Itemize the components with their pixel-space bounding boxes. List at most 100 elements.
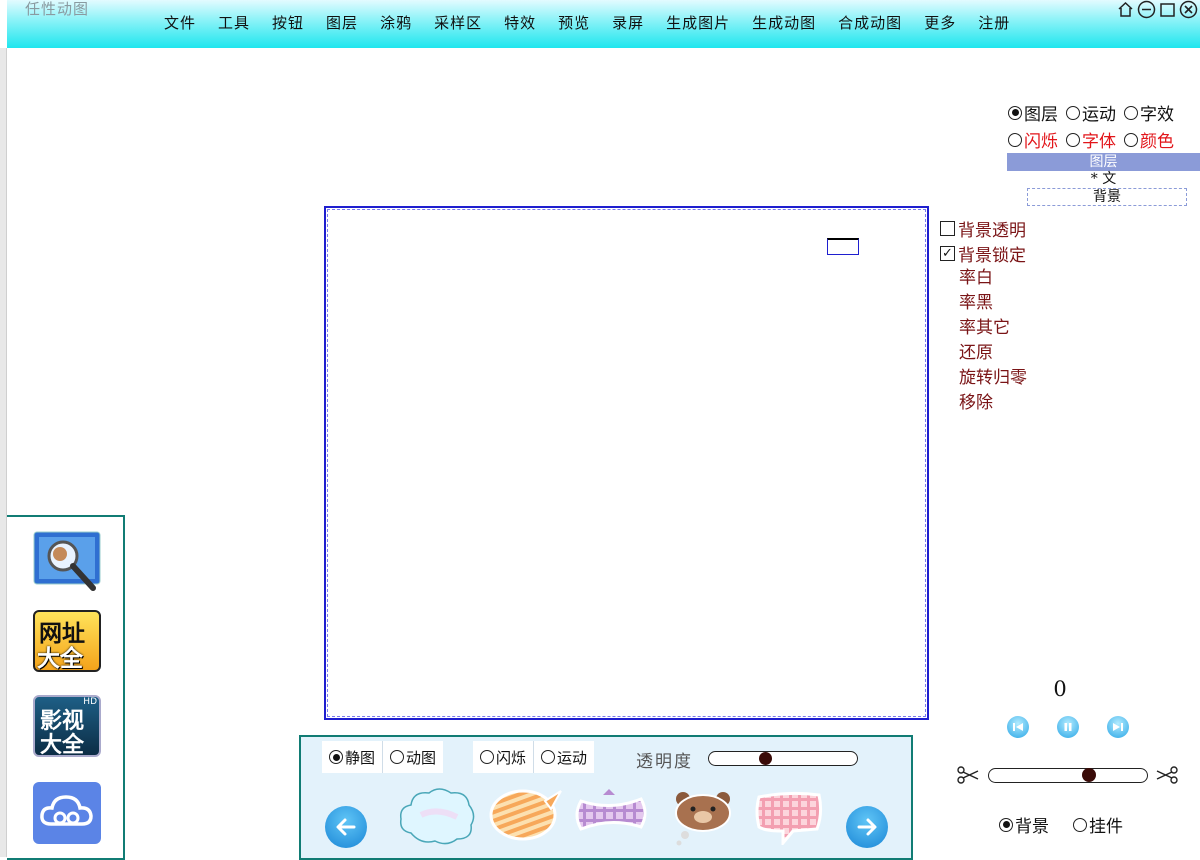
video-label-bottom: 大全: [40, 733, 85, 758]
playback-controls: [1007, 716, 1129, 738]
menu-item-generate-image[interactable]: 生成图片: [666, 12, 730, 33]
checkbox-box: [940, 221, 955, 236]
menu-item-file[interactable]: 文件: [164, 12, 196, 33]
radio-dot: [1124, 105, 1138, 120]
radio-label: 挂件: [1089, 817, 1123, 837]
editing-canvas[interactable]: [324, 206, 929, 720]
radio-blink[interactable]: 闪烁: [1008, 127, 1058, 152]
cut-slider: [957, 764, 1178, 788]
radio-static-image[interactable]: 静图: [322, 741, 382, 773]
home-icon[interactable]: [1116, 0, 1135, 19]
menu-item-preview[interactable]: 预览: [558, 12, 590, 33]
orange-striped-bubble[interactable]: [487, 787, 565, 847]
radio-font[interactable]: 字体: [1066, 127, 1116, 152]
hd-badge: HD: [83, 697, 97, 707]
radio-dot: [999, 817, 1013, 832]
cut-slider-track[interactable]: [988, 768, 1148, 783]
web-directory-label-bottom: 大全: [37, 646, 83, 672]
previous-arrow-icon[interactable]: [325, 806, 367, 848]
layer-list-item-background[interactable]: 背景: [1027, 188, 1187, 206]
radio-dot: [390, 750, 405, 764]
canvas-text-layer-box[interactable]: [827, 238, 859, 255]
menu-item-generate-gif[interactable]: 生成动图: [752, 12, 816, 33]
cloud-app-icon[interactable]: [33, 782, 101, 844]
layer-mode-options: 图层 运动 字效 闪烁 字体 颜色: [1008, 99, 1200, 153]
radio-dot: [541, 750, 556, 764]
cut-slider-thumb[interactable]: [1082, 768, 1096, 782]
opacity-slider-track[interactable]: [708, 751, 858, 766]
radio-label: 运动: [1082, 105, 1116, 125]
radio-background[interactable]: 背景: [999, 812, 1049, 837]
radio-label: 背景: [1015, 817, 1049, 837]
opacity-label: 透明度: [636, 752, 693, 772]
radio-label: 闪烁: [496, 748, 527, 767]
radio-label: 运动: [557, 748, 588, 767]
radio-label: 动图: [406, 748, 437, 767]
action-other[interactable]: 率其它: [940, 316, 1027, 341]
menu-item-doodle[interactable]: 涂鸦: [380, 12, 412, 33]
next-arrow-icon[interactable]: [846, 806, 888, 848]
radio-dot: [1066, 105, 1080, 120]
radio-motion[interactable]: 运动: [1066, 100, 1116, 125]
bottom-sticker-panel: 静图 动图 闪烁 运动 透明度: [299, 735, 913, 860]
menu-item-compose-gif[interactable]: 合成动图: [838, 12, 902, 33]
layer-type-options: 背景 挂件: [999, 812, 1123, 837]
layer-list-item-text[interactable]: * 文: [1007, 171, 1200, 187]
radio-label: 颜色: [1140, 132, 1174, 152]
radio-label: 图层: [1024, 105, 1058, 125]
fast-forward-icon[interactable]: [1107, 716, 1129, 738]
radio-animated-image[interactable]: 动图: [383, 741, 443, 773]
cloud-bubble[interactable]: [397, 785, 477, 847]
menu-item-tools[interactable]: 工具: [218, 12, 250, 33]
scissors-left-icon[interactable]: [957, 766, 979, 788]
radio-blink-effect[interactable]: 闪烁: [473, 741, 533, 773]
opacity-slider-thumb[interactable]: [759, 752, 772, 765]
menu-item-effects[interactable]: 特效: [504, 12, 536, 33]
menu-item-layers[interactable]: 图层: [326, 12, 358, 33]
radio-dot: [1008, 132, 1022, 147]
checkbox-background-transparent[interactable]: 背景透明: [940, 216, 1027, 241]
action-black[interactable]: 率黑: [940, 291, 1027, 316]
pause-icon[interactable]: [1057, 716, 1079, 738]
frame-counter: 0: [1053, 677, 1067, 701]
radio-dot: [1008, 105, 1022, 120]
magnifier-search-app-icon[interactable]: [33, 530, 101, 592]
menu-item-sample-area[interactable]: 采样区: [434, 12, 482, 33]
action-remove[interactable]: 移除: [940, 391, 1027, 416]
minimize-icon[interactable]: [1137, 0, 1156, 19]
radio-dot: [480, 750, 494, 764]
bear-bubble[interactable]: [671, 789, 735, 847]
menu-item-screen-record[interactable]: 录屏: [612, 12, 644, 33]
checkmark-icon: ✓: [940, 246, 955, 261]
checkbox-background-locked[interactable]: ✓ 背景锁定: [940, 241, 1027, 266]
image-type-group: 静图 动图: [322, 741, 444, 773]
radio-dot: [1124, 132, 1138, 147]
radio-dot: [1073, 817, 1087, 832]
action-restore[interactable]: 还原: [940, 341, 1027, 366]
radio-dot: [329, 750, 343, 764]
video-app-icon[interactable]: HD 影视 大全: [33, 695, 101, 758]
background-options: 背景透明 ✓ 背景锁定 率白 率黑 率其它 还原 旋转归零 移除: [940, 216, 1027, 416]
menu-item-buttons[interactable]: 按钮: [272, 12, 304, 33]
radio-text-effect[interactable]: 字效: [1124, 100, 1174, 125]
radio-color[interactable]: 颜色: [1124, 127, 1174, 152]
action-reset-rotation[interactable]: 旋转归零: [940, 366, 1027, 391]
radio-motion-effect[interactable]: 运动: [534, 741, 594, 773]
maximize-icon[interactable]: [1158, 0, 1177, 19]
radio-label: 字效: [1140, 105, 1174, 125]
close-icon[interactable]: [1179, 0, 1198, 19]
rewind-icon[interactable]: [1007, 716, 1029, 738]
radio-label: 静图: [345, 748, 376, 767]
action-white[interactable]: 率白: [940, 266, 1027, 291]
radio-layer[interactable]: 图层: [1008, 100, 1058, 125]
menu-item-more[interactable]: 更多: [924, 12, 956, 33]
checkbox-label: 背景透明: [958, 221, 1026, 241]
radio-label: 闪烁: [1024, 132, 1058, 152]
canvas-dashed-border: [327, 209, 926, 717]
scissors-right-icon[interactable]: [1156, 766, 1178, 788]
menu-item-register[interactable]: 注册: [978, 12, 1010, 33]
radio-attachment[interactable]: 挂件: [1073, 812, 1123, 837]
pink-plaid-bubble[interactable]: [753, 789, 827, 845]
web-directory-app-icon[interactable]: 网址 大全: [33, 610, 101, 672]
purple-plaid-bubble[interactable]: [573, 789, 649, 839]
